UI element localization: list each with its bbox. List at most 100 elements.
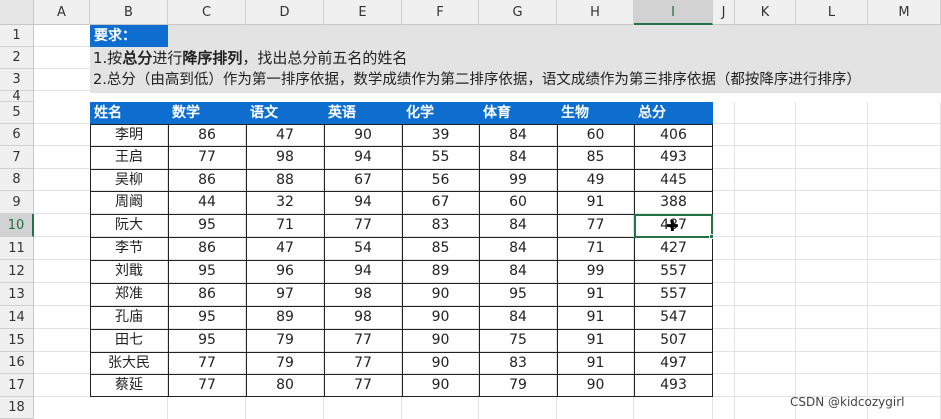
row-header-17[interactable]: 17 [0, 374, 34, 397]
cell-score[interactable]: 77 [324, 329, 402, 352]
row-header-16[interactable]: 16 [0, 352, 34, 374]
select-all-corner[interactable] [0, 0, 34, 25]
row-header-7[interactable]: 7 [0, 146, 34, 169]
row-header-1[interactable]: 1 [0, 25, 34, 47]
cell-student-name[interactable]: 刘戢 [90, 260, 168, 283]
cell-student-name[interactable]: 李节 [90, 237, 168, 260]
cell-student-name[interactable]: 田七 [90, 329, 168, 352]
cell-score[interactable]: 95 [168, 214, 246, 237]
cell-score[interactable]: 95 [168, 260, 246, 283]
cell-score[interactable]: 47 [246, 124, 324, 146]
cell-score[interactable]: 77 [324, 352, 402, 374]
column-header-i[interactable]: I [634, 0, 713, 25]
cell-score[interactable]: 75 [479, 329, 557, 352]
cell-score[interactable]: 88 [246, 169, 324, 191]
cell-score[interactable]: 94 [324, 146, 402, 169]
cell-score[interactable]: 97 [246, 283, 324, 306]
table-header-cell[interactable]: 生物 [557, 102, 634, 124]
cell-score[interactable]: 507 [634, 329, 713, 352]
cell-score[interactable]: 94 [324, 191, 402, 214]
cell-student-name[interactable]: 张大民 [90, 352, 168, 374]
cell-score[interactable]: 84 [479, 214, 557, 237]
cell-score[interactable]: 98 [324, 283, 402, 306]
cell-score[interactable]: 91 [557, 191, 634, 214]
cell-score[interactable]: 493 [634, 146, 713, 169]
row-header-8[interactable]: 8 [0, 169, 34, 191]
cell-score[interactable]: 85 [557, 146, 634, 169]
cell-score[interactable]: 84 [479, 124, 557, 146]
cell-score[interactable]: 83 [402, 214, 479, 237]
cell-student-name[interactable]: 王启 [90, 146, 168, 169]
row-header-15[interactable]: 15 [0, 329, 34, 352]
cell-score[interactable]: 90 [402, 306, 479, 329]
cell-score[interactable]: 94 [324, 260, 402, 283]
cell-student-name[interactable]: 蔡延 [90, 374, 168, 397]
cell-score[interactable]: 497 [634, 352, 713, 374]
cell-score[interactable]: 557 [634, 260, 713, 283]
table-header-cell[interactable]: 总分 [634, 102, 713, 124]
cell-score[interactable]: 91 [557, 283, 634, 306]
cell-student-name[interactable]: 阮大 [90, 214, 168, 237]
cell-score[interactable]: 60 [557, 124, 634, 146]
cell-score[interactable]: 95 [168, 306, 246, 329]
cell-score[interactable]: 83 [479, 352, 557, 374]
cell-score[interactable]: 91 [557, 329, 634, 352]
cell-score[interactable]: 89 [246, 306, 324, 329]
cell-student-name[interactable]: 郑准 [90, 283, 168, 306]
row-header-13[interactable]: 13 [0, 283, 34, 306]
cell-score[interactable]: 86 [168, 283, 246, 306]
cell-student-name[interactable]: 孔庙 [90, 306, 168, 329]
column-header-f[interactable]: F [402, 0, 479, 25]
cell-score[interactable]: 84 [479, 237, 557, 260]
cell-score[interactable]: 99 [479, 169, 557, 191]
cell-score[interactable]: 95 [168, 329, 246, 352]
cell-student-name[interactable]: 周阚 [90, 191, 168, 214]
cell-score[interactable]: 79 [246, 352, 324, 374]
table-header-cell[interactable]: 英语 [324, 102, 402, 124]
cell-score[interactable]: 84 [479, 306, 557, 329]
cell-score[interactable]: 79 [246, 329, 324, 352]
requirement-line-2[interactable]: 2.总分（由高到低）作为第一排序依据，数学成绩作为第二排序依据，语文成绩作为第三… [93, 69, 861, 91]
row-header-10[interactable]: 10 [0, 214, 34, 237]
cell-student-name[interactable]: 吴柳 [90, 169, 168, 191]
cell-score[interactable]: 86 [168, 237, 246, 260]
cell-score[interactable]: 90 [557, 374, 634, 397]
cell-score[interactable]: 85 [402, 237, 479, 260]
cell-score[interactable]: 47 [246, 237, 324, 260]
row-header-9[interactable]: 9 [0, 191, 34, 214]
cell-score[interactable]: 84 [479, 260, 557, 283]
cell-score[interactable]: 90 [402, 283, 479, 306]
cell-score[interactable]: 95 [479, 283, 557, 306]
column-header-g[interactable]: G [479, 0, 557, 25]
cell-score[interactable]: 84 [479, 146, 557, 169]
column-header-l[interactable]: L [796, 0, 868, 25]
column-header-e[interactable]: E [324, 0, 402, 25]
cell-score[interactable]: 77 [168, 146, 246, 169]
cell-score[interactable]: 67 [324, 169, 402, 191]
cell-score[interactable]: 60 [479, 191, 557, 214]
row-header-12[interactable]: 12 [0, 260, 34, 283]
cell-score[interactable]: 56 [402, 169, 479, 191]
cell-score[interactable]: 91 [557, 306, 634, 329]
column-header-j[interactable]: J [713, 0, 735, 25]
cell-score[interactable]: 54 [324, 237, 402, 260]
cell-score[interactable]: 71 [557, 237, 634, 260]
row-header-2[interactable]: 2 [0, 47, 34, 69]
cell-score[interactable]: 98 [246, 146, 324, 169]
cell-score[interactable]: 86 [168, 169, 246, 191]
cell-score[interactable]: 77 [324, 214, 402, 237]
cell-score[interactable]: 547 [634, 306, 713, 329]
cell-score[interactable]: 77 [557, 214, 634, 237]
cell-score[interactable]: 77 [168, 374, 246, 397]
cell-score[interactable]: 90 [324, 124, 402, 146]
column-header-d[interactable]: D [246, 0, 324, 25]
cell-score[interactable]: 44 [168, 191, 246, 214]
column-header-c[interactable]: C [168, 0, 246, 25]
table-header-cell[interactable]: 语文 [246, 102, 324, 124]
row-header-14[interactable]: 14 [0, 306, 34, 329]
requirement-line-1[interactable]: 1.按总分进行降序排列，找出总分前五名的姓名 [93, 47, 407, 69]
cell-score[interactable]: 493 [634, 374, 713, 397]
cell-score[interactable]: 99 [557, 260, 634, 283]
column-header-b[interactable]: B [90, 0, 168, 25]
requirements-title[interactable]: 要求： [90, 25, 168, 47]
